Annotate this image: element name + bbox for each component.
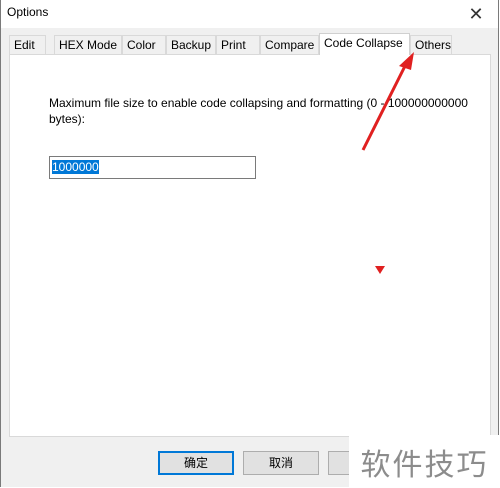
title-bar[interactable]: Options ✕ bbox=[1, 0, 498, 28]
tab-color[interactable]: Color bbox=[122, 35, 166, 54]
tab-hex-mode[interactable]: HEX Mode bbox=[54, 35, 122, 54]
tab-print[interactable]: Print bbox=[216, 35, 260, 54]
tab-edit[interactable]: Edit bbox=[9, 35, 46, 54]
cursor-marker-icon bbox=[375, 266, 385, 274]
options-dialog: Options ✕ Edit HEX Mode Color Backup Pri… bbox=[0, 0, 499, 487]
annotation-arrow bbox=[361, 52, 414, 151]
window-title: Options bbox=[7, 5, 49, 19]
code-collapse-panel: Maximum file size to enable code collaps… bbox=[9, 54, 491, 437]
max-file-size-value: 1000000 bbox=[52, 160, 99, 174]
tab-compare[interactable]: Compare bbox=[260, 35, 319, 54]
tab-backup[interactable]: Backup bbox=[166, 35, 216, 54]
tab-strip: Edit HEX Mode Color Backup Print Compare… bbox=[9, 33, 498, 55]
cancel-button[interactable]: 取消 bbox=[243, 451, 319, 475]
watermark-text: 软件技巧 bbox=[349, 435, 500, 488]
close-icon[interactable]: ✕ bbox=[454, 0, 498, 28]
tab-code-collapse[interactable]: Code Collapse bbox=[319, 33, 410, 55]
max-file-size-input[interactable]: 1000000 bbox=[49, 156, 256, 179]
tab-others[interactable]: Others bbox=[410, 35, 452, 54]
max-file-size-label: Maximum file size to enable code collaps… bbox=[49, 96, 468, 126]
ok-button[interactable]: 确定 bbox=[158, 451, 234, 475]
